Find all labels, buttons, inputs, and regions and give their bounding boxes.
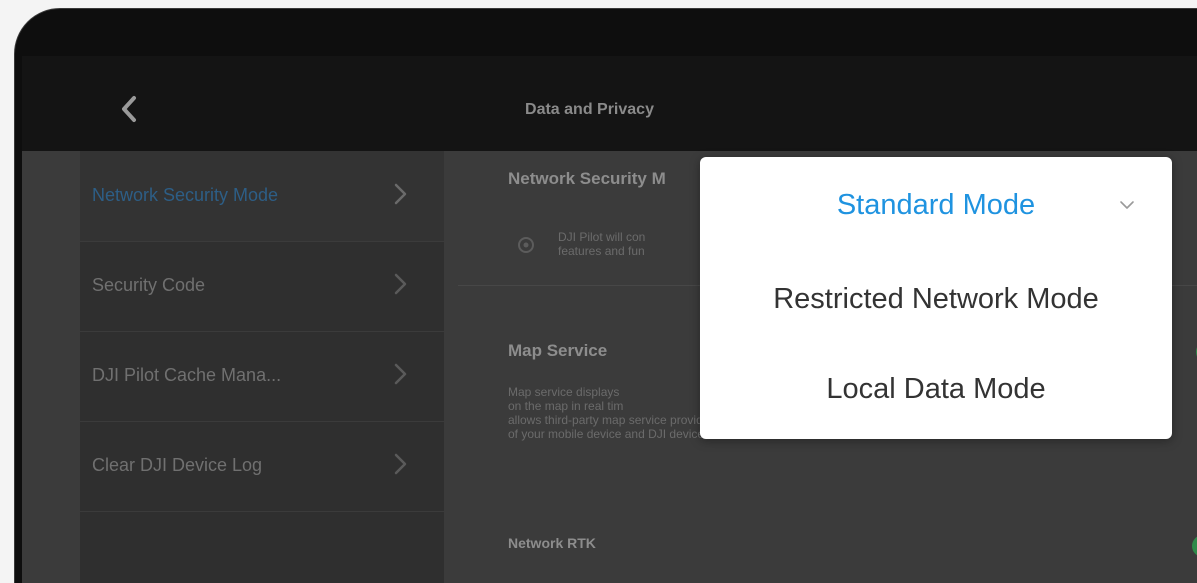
dropdown-option-label: Standard Mode xyxy=(836,189,1036,221)
sidebar-item-network-security-mode[interactable]: Network Security Mode xyxy=(80,151,444,242)
dropdown-option-label: Local Data Mode xyxy=(826,373,1046,405)
info-icon xyxy=(518,237,534,253)
sidebar-item-clear-device-log[interactable]: Clear DJI Device Log xyxy=(80,421,444,512)
chevron-right-icon xyxy=(394,273,407,295)
network-mode-dropdown: Standard Mode Restricted Network Mode Lo… xyxy=(700,157,1172,439)
sidebar-item-cache-management[interactable]: DJI Pilot Cache Mana... xyxy=(80,331,444,422)
network-rtk-title: Network RTK xyxy=(508,535,596,551)
top-bar: Data and Privacy xyxy=(22,56,1197,151)
sidebar-item-label: Clear DJI Device Log xyxy=(92,455,263,475)
map-service-title: Map Service xyxy=(508,341,608,360)
dropdown-option-restricted-network-mode[interactable]: Restricted Network Mode xyxy=(700,255,1172,345)
settings-sidebar: Network Security Mode Security Code DJI … xyxy=(80,151,444,583)
dropdown-option-standard-mode[interactable]: Standard Mode xyxy=(700,161,1172,251)
dropdown-option-local-data-mode[interactable]: Local Data Mode xyxy=(700,349,1172,439)
sidebar-item-label: DJI Pilot Cache Mana... xyxy=(92,365,282,385)
map-service-desc-line4: of your mobile device and DJI devices. xyxy=(508,427,714,441)
map-service-desc-line2: on the map in real tim xyxy=(508,399,624,413)
network-security-title: Network Security M xyxy=(508,169,666,188)
sidebar-item-label: Security Code xyxy=(92,275,206,295)
chevron-right-icon xyxy=(394,453,407,475)
network-security-desc-line1: DJI Pilot will con xyxy=(558,230,646,244)
dropdown-option-label: Restricted Network Mode xyxy=(773,283,1099,315)
app-frame: Data and Privacy Network Security Mode S… xyxy=(0,0,1197,583)
sidebar-item-security-code[interactable]: Security Code xyxy=(80,241,444,332)
page-title: Data and Privacy xyxy=(525,101,654,118)
chevron-down-icon[interactable] xyxy=(1118,199,1136,211)
chevron-right-icon xyxy=(394,363,407,385)
sidebar-item-label: Network Security Mode xyxy=(92,185,279,205)
network-rtk-toggle[interactable] xyxy=(1192,535,1197,557)
chevron-right-icon xyxy=(394,183,407,205)
network-security-desc-line2: features and fun xyxy=(558,244,645,258)
map-service-desc-line1: Map service displays xyxy=(508,385,620,399)
